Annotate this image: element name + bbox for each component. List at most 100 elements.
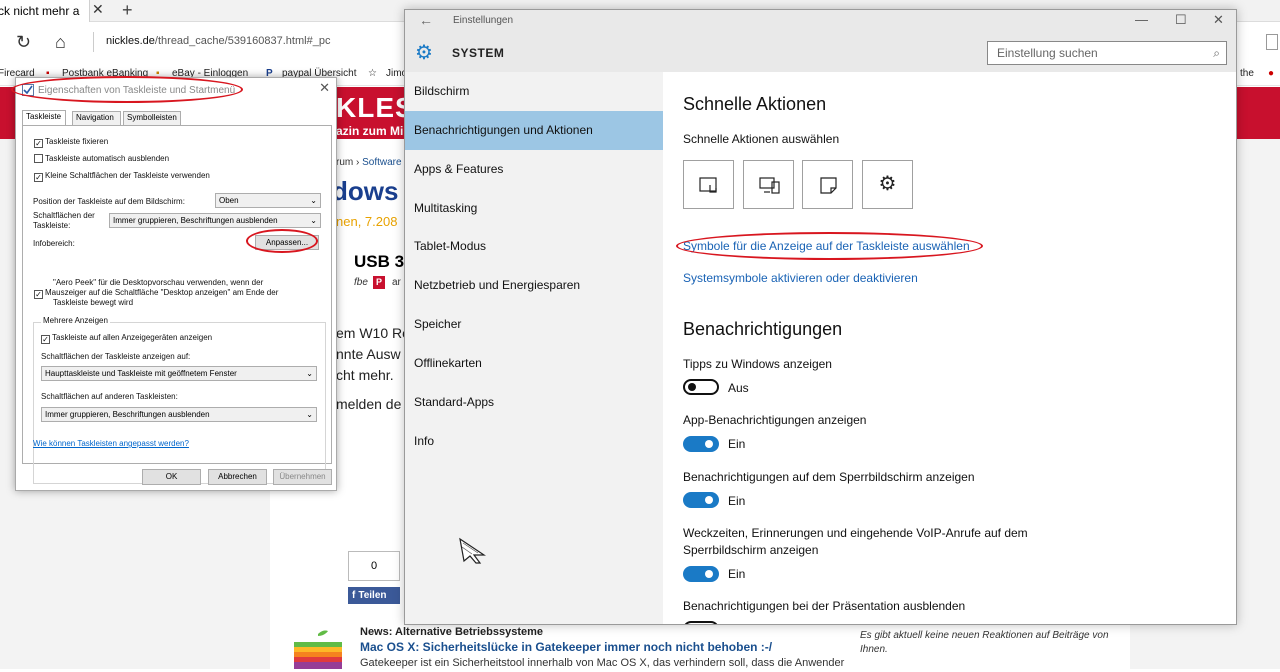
search-icon[interactable]: ⌕	[1213, 42, 1220, 64]
voip-reminders-toggle[interactable]	[683, 566, 719, 582]
new-tab-icon[interactable]: +	[122, 0, 133, 20]
facebook-share-button[interactable]: f Teilen	[348, 587, 400, 604]
aero-text-line: Mauszeiger auf die Schaltfläche "Desktop…	[45, 288, 279, 297]
minimize-icon[interactable]: —	[1135, 12, 1148, 27]
checkbox-row[interactable]: ✓ Kleine Schaltflächen der Taskleiste ver…	[34, 171, 210, 182]
annotation-oval-link	[676, 232, 983, 260]
show-on-label: Schaltflächen der Taskleiste anzeigen au…	[41, 352, 191, 361]
sidebar-item-speicher[interactable]: Speicher	[405, 305, 663, 344]
toggle-state: Ein	[728, 494, 746, 508]
toggle-knob	[705, 570, 713, 578]
news-category: News: Alternative Betriebssysteme	[360, 626, 544, 638]
sidebar-item-benachrichtigungen[interactable]: Benachrichtigungen und Aktionen	[405, 111, 663, 150]
checkbox-label: Taskleiste auf allen Anzeigegeräten anze…	[52, 333, 213, 342]
system-icons-link[interactable]: Systemsymbole aktivieren oder deaktivier…	[683, 271, 918, 285]
tab-symbolleisten[interactable]: Symbolleisten	[123, 111, 181, 125]
close-icon[interactable]: ✕	[1213, 12, 1224, 28]
settings-window: ← Einstellungen — ☐ ✕ ⚙ SYSTEM Einstellu…	[404, 9, 1237, 625]
position-select[interactable]: Oben ⌄	[215, 193, 321, 208]
address-bar[interactable]: nickles.de/thread_cache/539160837.html#_…	[106, 35, 330, 47]
tablet-mode-icon	[699, 177, 717, 193]
window-title: Einstellungen	[453, 15, 514, 26]
scroll-indicator[interactable]	[1266, 34, 1278, 50]
app-notifications-toggle[interactable]	[683, 436, 719, 452]
home-icon[interactable]: ⌂	[55, 22, 66, 62]
multi-checkbox-row[interactable]: ✓ Taskleiste auf allen Anzeigegeräten anz…	[41, 333, 212, 344]
gear-icon: ⚙	[415, 42, 433, 64]
tab-taskleiste[interactable]: Taskleiste	[22, 110, 66, 125]
share-count: 0	[348, 551, 400, 581]
show-on-value: Haupttaskleiste und Taskleiste mit geöff…	[45, 369, 237, 378]
sidebar-item-netzbetrieb[interactable]: Netzbetrieb und Energiesparen	[405, 266, 663, 305]
site-tagline: azin zum Mi	[336, 124, 404, 138]
chevron-down-icon: ⌄	[310, 196, 317, 205]
back-arrow-icon[interactable]: ←	[419, 12, 433, 28]
sidebar-item-tablet-modus[interactable]: Tablet-Modus	[405, 227, 663, 266]
chevron-down-icon: ⌄	[306, 410, 313, 419]
body-line: cht mehr.	[336, 367, 394, 383]
body-line: melden de	[336, 396, 402, 412]
reactions-note: Es gibt aktuell keine neuen Reaktionen a…	[860, 630, 1109, 655]
checkbox-label: Taskleiste fixieren	[45, 137, 109, 146]
checkbox-label: Kleine Schaltflächen der Taskleiste verw…	[45, 171, 210, 180]
toggle-label: Benachrichtigungen bei der Präsentation …	[683, 599, 966, 613]
checkbox-unchecked[interactable]	[34, 154, 43, 163]
browser-tab[interactable]: ck nicht mehr a	[0, 0, 90, 22]
checkbox-row[interactable]: Taskleiste automatisch ausblenden	[34, 154, 169, 163]
annotation-oval-anpassen	[246, 229, 318, 253]
settings-search-input[interactable]: Einstellung suchen ⌕	[987, 41, 1227, 65]
toggle-knob	[705, 496, 713, 504]
quick-action-settings[interactable]: ⚙	[862, 160, 913, 209]
quick-action-connect[interactable]	[743, 160, 794, 209]
buttons-label-2: Taskleiste:	[33, 221, 71, 230]
news-title-link[interactable]: Mac OS X: Sicherheitslücke in Gatekeeper…	[360, 640, 772, 654]
breadcrumb-prefix: rum ›	[336, 157, 363, 168]
lockscreen-notifications-toggle[interactable]	[683, 492, 719, 508]
sidebar-item-bildschirm[interactable]: Bildschirm	[405, 72, 663, 111]
sidebar-item-multitasking[interactable]: Multitasking	[405, 189, 663, 228]
tab-navigation[interactable]: Navigation	[72, 111, 121, 125]
taskbar-buttons-select[interactable]: Immer gruppieren, Beschriftungen ausblen…	[109, 213, 321, 228]
sidebar-item-standard-apps[interactable]: Standard-Apps	[405, 383, 663, 422]
close-icon[interactable]: ✕	[319, 80, 330, 96]
checkbox-checked[interactable]: ✓	[34, 139, 43, 148]
other-taskbars-select[interactable]: Immer gruppieren, Beschriftungen ausblen…	[41, 407, 317, 422]
section-title: SYSTEM	[452, 46, 505, 60]
apply-button[interactable]: Übernehmen	[273, 469, 332, 485]
share-label: Teilen	[358, 590, 387, 601]
quick-action-note[interactable]	[802, 160, 853, 209]
settings-sidebar: Bildschirm Benachrichtigungen und Aktion…	[405, 72, 663, 624]
other-taskbars-value: Immer gruppieren, Beschriftungen ausblen…	[45, 410, 210, 419]
site-logo[interactable]: KLES	[336, 92, 415, 124]
maximize-icon[interactable]: ☐	[1175, 12, 1187, 28]
checkbox-checked[interactable]: ✓	[34, 290, 43, 299]
ok-button[interactable]: OK	[142, 469, 201, 485]
toggle-state: Ein	[728, 567, 746, 581]
sidebar-item-offlinekarten[interactable]: Offlinekarten	[405, 344, 663, 383]
show-on-select[interactable]: Haupttaskleiste und Taskleiste mit geöff…	[41, 366, 317, 381]
quick-action-tablet-mode[interactable]	[683, 160, 734, 209]
checkbox-checked[interactable]: ✓	[41, 335, 50, 344]
checkbox-checked[interactable]: ✓	[34, 173, 43, 182]
breadcrumb-link[interactable]: Software	[362, 157, 401, 168]
breadcrumb: rum › Software	[336, 157, 402, 168]
url-domain: nickles.de	[106, 35, 155, 47]
tips-toggle[interactable]	[683, 379, 719, 395]
quick-actions-heading: Schnelle Aktionen	[683, 94, 827, 114]
annotation-oval-title	[11, 76, 243, 103]
close-tab-icon[interactable]: ✕	[92, 1, 104, 18]
sidebar-item-info[interactable]: Info	[405, 422, 663, 461]
chevron-down-icon: ⌄	[310, 216, 317, 225]
news-teaser: Gatekeeper ist ein Sicherheitstool inner…	[360, 657, 845, 669]
cancel-button[interactable]: Abbrechen	[208, 469, 267, 485]
sidebar-item-apps[interactable]: Apps & Features	[405, 150, 663, 189]
refresh-icon[interactable]: ↻	[16, 22, 31, 62]
apple-logo-icon	[288, 628, 348, 669]
record-icon: ●	[1268, 68, 1275, 79]
presentation-toggle[interactable]	[683, 621, 719, 624]
help-link[interactable]: Wie können Taskleisten angepasst werden?	[33, 439, 189, 448]
note-icon	[820, 177, 837, 194]
author-name[interactable]: fbe	[354, 277, 368, 288]
favorite-item[interactable]: the	[1240, 68, 1254, 79]
checkbox-row[interactable]: ✓ Taskleiste fixieren	[34, 137, 108, 148]
